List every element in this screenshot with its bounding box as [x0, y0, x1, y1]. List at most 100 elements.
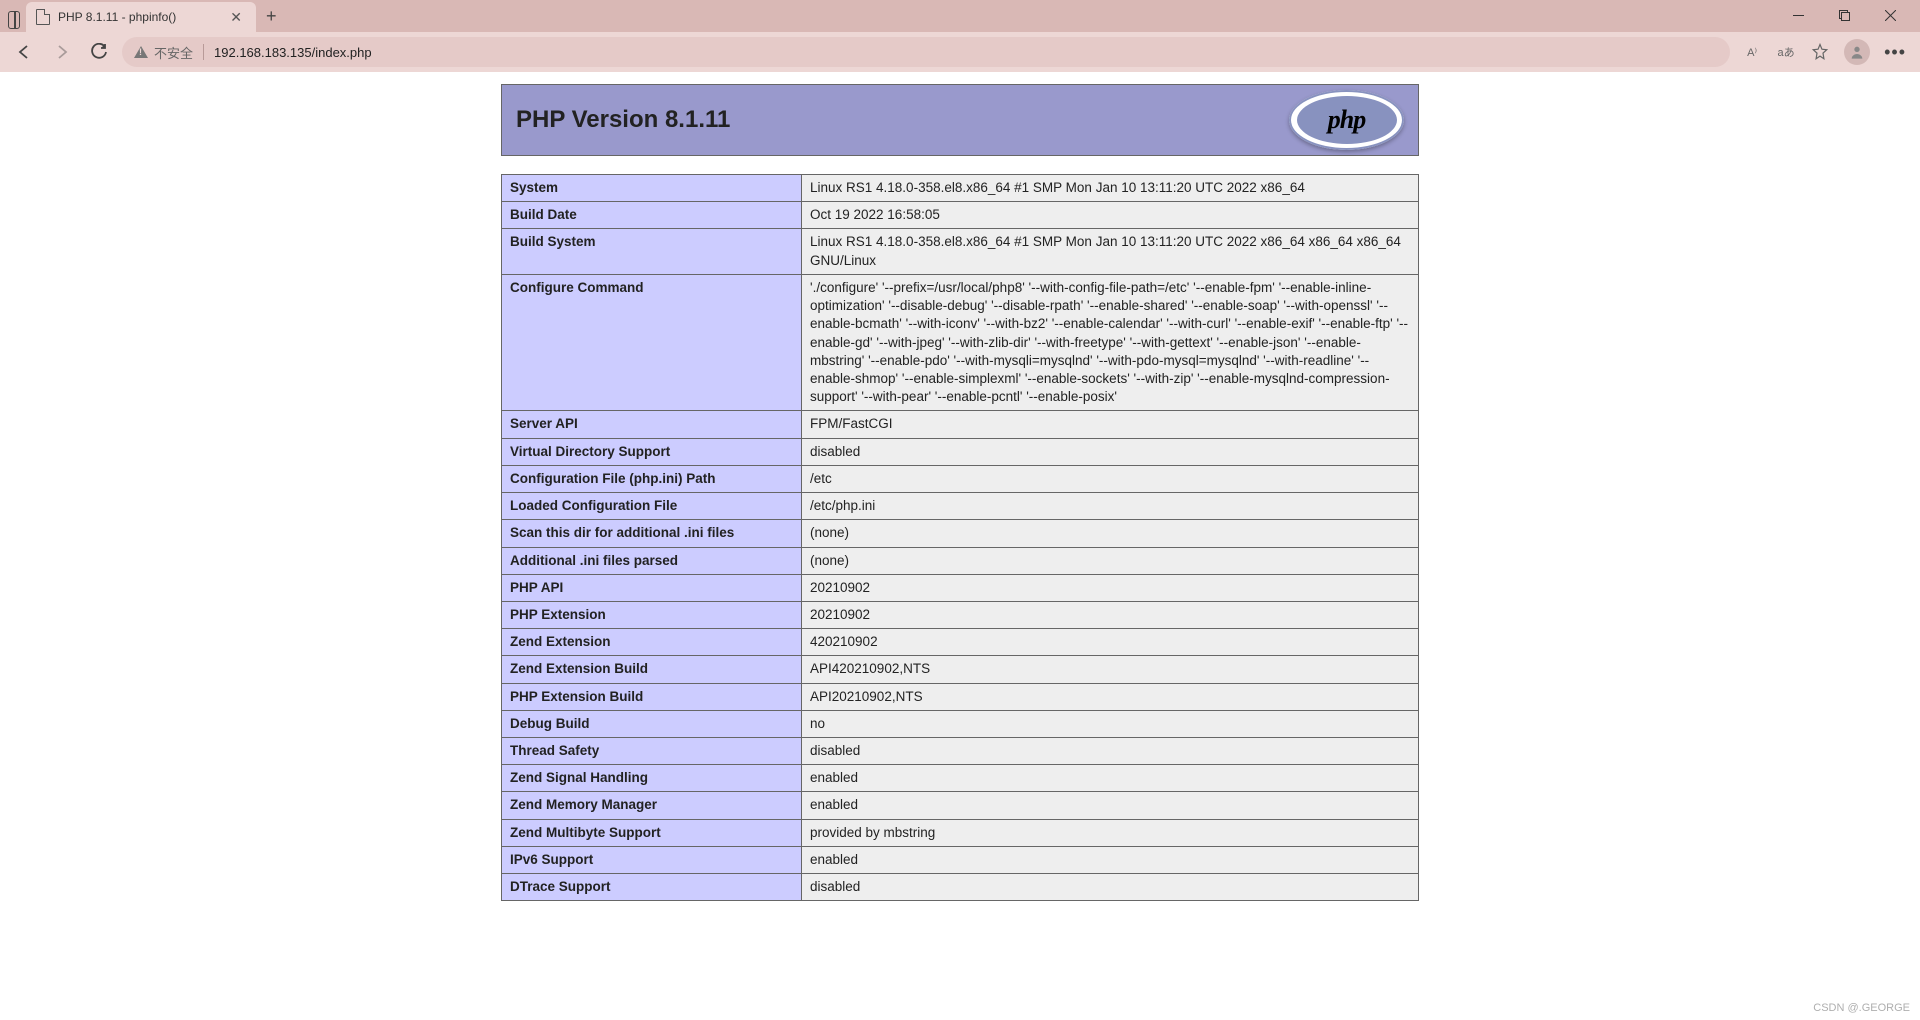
- table-row: PHP Extension BuildAPI20210902,NTS: [502, 683, 1419, 710]
- row-key: DTrace Support: [502, 874, 802, 901]
- tab-strip: PHP 8.1.11 - phpinfo() ✕ +: [0, 0, 1920, 32]
- row-value: disabled: [802, 438, 1419, 465]
- insecure-label: 不安全: [154, 43, 193, 62]
- php-logo: php: [1289, 90, 1404, 150]
- table-row: PHP Extension20210902: [502, 601, 1419, 628]
- row-value: no: [802, 710, 1419, 737]
- tab-actions-icon[interactable]: [8, 8, 20, 32]
- row-value: Linux RS1 4.18.0-358.el8.x86_64 #1 SMP M…: [802, 229, 1419, 274]
- browser-tab[interactable]: PHP 8.1.11 - phpinfo() ✕: [26, 2, 256, 32]
- row-key: Zend Extension Build: [502, 656, 802, 683]
- row-value: (none): [802, 547, 1419, 574]
- table-row: Zend Extension BuildAPI420210902,NTS: [502, 656, 1419, 683]
- phpinfo-header: PHP Version 8.1.11 php: [501, 84, 1419, 156]
- table-row: Loaded Configuration File/etc/php.ini: [502, 493, 1419, 520]
- row-key: System: [502, 175, 802, 202]
- table-row: Zend Extension420210902: [502, 629, 1419, 656]
- row-key: Build System: [502, 229, 802, 274]
- table-row: Scan this dir for additional .ini files(…: [502, 520, 1419, 547]
- table-row: Build DateOct 19 2022 16:58:05: [502, 202, 1419, 229]
- row-value: './configure' '--prefix=/usr/local/php8'…: [802, 274, 1419, 411]
- minimize-button[interactable]: [1776, 0, 1820, 30]
- page-title: PHP Version 8.1.11: [516, 106, 730, 134]
- table-row: Zend Multibyte Supportprovided by mbstri…: [502, 819, 1419, 846]
- table-row: DTrace Supportdisabled: [502, 874, 1419, 901]
- row-value: Linux RS1 4.18.0-358.el8.x86_64 #1 SMP M…: [802, 175, 1419, 202]
- maximize-button[interactable]: [1822, 0, 1866, 30]
- row-key: Configure Command: [502, 274, 802, 411]
- row-key: Loaded Configuration File: [502, 493, 802, 520]
- separator: [203, 44, 204, 60]
- row-key: Zend Extension: [502, 629, 802, 656]
- toolbar-right: A⁾ aあ •••: [1736, 39, 1912, 65]
- favorites-icon[interactable]: [1810, 42, 1830, 62]
- row-key: PHP API: [502, 574, 802, 601]
- window-controls: [1776, 0, 1912, 30]
- row-value: API20210902,NTS: [802, 683, 1419, 710]
- forward-button[interactable]: [46, 36, 78, 68]
- new-tab-button[interactable]: +: [256, 6, 287, 27]
- row-key: Zend Signal Handling: [502, 765, 802, 792]
- translate-icon[interactable]: aあ: [1776, 42, 1796, 62]
- row-value: 20210902: [802, 601, 1419, 628]
- row-value: /etc/php.ini: [802, 493, 1419, 520]
- row-key: PHP Extension: [502, 601, 802, 628]
- row-value: enabled: [802, 792, 1419, 819]
- back-button[interactable]: [8, 36, 40, 68]
- row-value: Oct 19 2022 16:58:05: [802, 202, 1419, 229]
- row-key: Configuration File (php.ini) Path: [502, 465, 802, 492]
- table-row: SystemLinux RS1 4.18.0-358.el8.x86_64 #1…: [502, 175, 1419, 202]
- phpinfo-table: SystemLinux RS1 4.18.0-358.el8.x86_64 #1…: [501, 174, 1419, 901]
- page-icon: [36, 9, 50, 25]
- profile-avatar[interactable]: [1844, 39, 1870, 65]
- row-key: Server API: [502, 411, 802, 438]
- table-row: Virtual Directory Supportdisabled: [502, 438, 1419, 465]
- row-value: disabled: [802, 874, 1419, 901]
- row-key: Thread Safety: [502, 738, 802, 765]
- row-key: IPv6 Support: [502, 846, 802, 873]
- row-value: disabled: [802, 738, 1419, 765]
- phpinfo-container: PHP Version 8.1.11 php SystemLinux RS1 4…: [501, 84, 1419, 901]
- address-bar[interactable]: 不安全 192.168.183.135/index.php: [122, 37, 1730, 67]
- table-row: PHP API20210902: [502, 574, 1419, 601]
- row-value: /etc: [802, 465, 1419, 492]
- security-indicator[interactable]: 不安全: [134, 43, 193, 62]
- row-key: Build Date: [502, 202, 802, 229]
- table-row: Zend Signal Handlingenabled: [502, 765, 1419, 792]
- row-value: (none): [802, 520, 1419, 547]
- row-value: enabled: [802, 765, 1419, 792]
- table-row: Debug Buildno: [502, 710, 1419, 737]
- browser-toolbar: 不安全 192.168.183.135/index.php A⁾ aあ •••: [0, 32, 1920, 72]
- watermark: CSDN @.GEORGE: [1813, 1002, 1910, 1014]
- row-value: 420210902: [802, 629, 1419, 656]
- warning-icon: [134, 46, 148, 58]
- row-key: Zend Memory Manager: [502, 792, 802, 819]
- table-row: Server APIFPM/FastCGI: [502, 411, 1419, 438]
- table-row: Configure Command'./configure' '--prefix…: [502, 274, 1419, 411]
- read-aloud-icon[interactable]: A⁾: [1742, 42, 1762, 62]
- close-tab-button[interactable]: ✕: [226, 7, 246, 28]
- page-viewport[interactable]: PHP Version 8.1.11 php SystemLinux RS1 4…: [0, 72, 1920, 1020]
- row-key: Additional .ini files parsed: [502, 547, 802, 574]
- more-menu-button[interactable]: •••: [1884, 42, 1906, 63]
- row-value: enabled: [802, 846, 1419, 873]
- table-row: IPv6 Supportenabled: [502, 846, 1419, 873]
- refresh-button[interactable]: [84, 36, 116, 68]
- row-value: FPM/FastCGI: [802, 411, 1419, 438]
- row-key: PHP Extension Build: [502, 683, 802, 710]
- tab-title: PHP 8.1.11 - phpinfo(): [58, 10, 218, 24]
- table-row: Configuration File (php.ini) Path/etc: [502, 465, 1419, 492]
- table-row: Thread Safetydisabled: [502, 738, 1419, 765]
- close-window-button[interactable]: [1868, 0, 1912, 30]
- row-key: Scan this dir for additional .ini files: [502, 520, 802, 547]
- php-logo-text: php: [1297, 96, 1397, 144]
- table-row: Build SystemLinux RS1 4.18.0-358.el8.x86…: [502, 229, 1419, 274]
- row-key: Virtual Directory Support: [502, 438, 802, 465]
- row-value: 20210902: [802, 574, 1419, 601]
- url-text: 192.168.183.135/index.php: [214, 45, 372, 60]
- table-row: Zend Memory Managerenabled: [502, 792, 1419, 819]
- table-row: Additional .ini files parsed(none): [502, 547, 1419, 574]
- row-key: Debug Build: [502, 710, 802, 737]
- row-value: API420210902,NTS: [802, 656, 1419, 683]
- row-key: Zend Multibyte Support: [502, 819, 802, 846]
